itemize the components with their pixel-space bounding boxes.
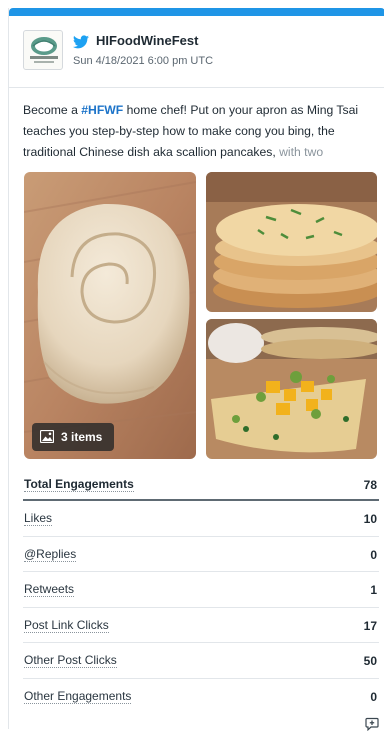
post-card: HIFoodWineFest Sun 4/18/2021 6:00 pm UTC… [8,8,384,731]
post-text-intro: Become a [23,103,82,117]
food-wine-logo [30,37,58,63]
metric-row-total-engagements: Total Engagements 78 [23,467,379,501]
metric-label[interactable]: Post Link Clicks [24,618,109,633]
media-photo-pancake-stack[interactable] [206,172,377,312]
media-photo-pancake-salsa[interactable] [206,319,377,459]
post-text: Become a #HFWF home chef! Put on your ap… [23,100,373,163]
metric-label[interactable]: Retweets [24,583,75,597]
account-avatar[interactable] [23,30,63,70]
metric-row-likes: Likes 10 [23,501,379,537]
media-photo-dough[interactable] [24,172,196,459]
metric-value: 0 [370,547,377,562]
card-accent-bar [9,8,384,16]
metric-row-retweets: Retweets 1 [23,572,379,608]
metric-label[interactable]: @Replies [24,547,77,562]
metric-label[interactable]: Likes [24,512,53,526]
account-name[interactable]: HIFoodWineFest [96,33,198,48]
metric-value: 50 [363,654,377,668]
image-icon [40,430,54,443]
metric-value: 10 [363,512,377,526]
metric-value: 0 [370,689,377,704]
metric-row-replies: @Replies 0 [23,537,379,572]
post-header: HIFoodWineFest Sun 4/18/2021 6:00 pm UTC [23,30,375,74]
twitter-bird-icon [73,35,89,49]
metric-label[interactable]: Other Engagements [24,689,132,704]
metric-row-other-engagements: Other Engagements 0 [23,679,379,715]
media-count-label: 3 items [61,430,103,444]
metric-value: 1 [370,583,377,597]
engagement-metrics: Total Engagements 78 Likes 10 @Replies 0… [23,467,379,714]
header-divider [9,87,384,88]
metric-label[interactable]: Total Engagements [24,478,134,492]
hashtag-link[interactable]: #HFWF [81,103,123,117]
metric-value: 17 [363,618,377,633]
metric-row-other-post-clicks: Other Post Clicks 50 [23,643,379,679]
metric-value: 78 [363,478,377,492]
metric-row-post-link-clicks: Post Link Clicks 17 [23,608,379,643]
post-timestamp: Sun 4/18/2021 6:00 pm UTC [73,55,214,67]
media-count-badge[interactable]: 3 items [32,423,114,451]
post-text-truncated: with two [279,145,324,159]
metric-label[interactable]: Other Post Clicks [24,654,117,668]
